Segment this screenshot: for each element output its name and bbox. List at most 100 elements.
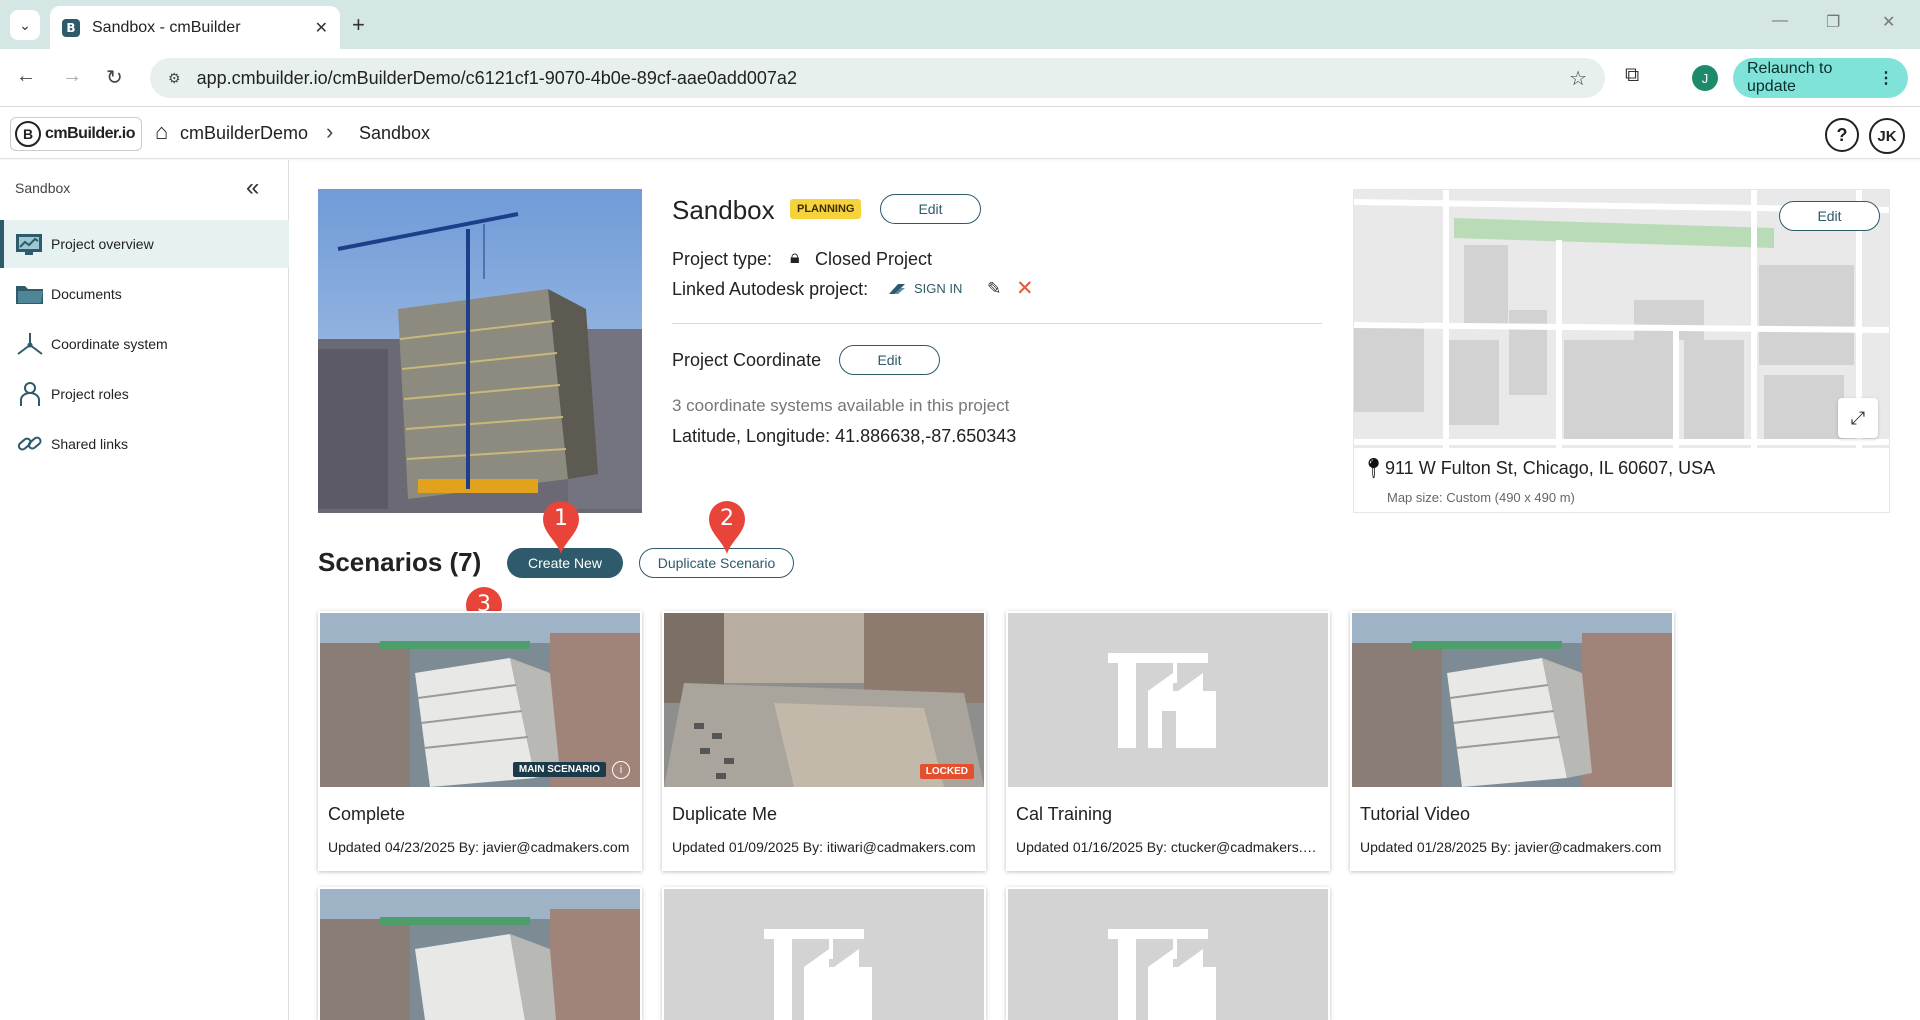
profile-avatar[interactable]: J — [1692, 65, 1718, 91]
close-tab-icon[interactable]: ✕ — [315, 18, 328, 38]
lat-long: Latitude, Longitude: 41.886638,-87.65034… — [672, 426, 1017, 446]
address-bar[interactable]: ⚙ app.cmbuilder.io/cmBuilderDemo/c6121cf… — [150, 58, 1605, 98]
sidebar: Sandbox « Project overview Documents Coo… — [0, 160, 289, 1020]
extensions-puzzle-icon[interactable]: ⧉ — [1625, 64, 1639, 87]
scenario-name: Complete — [328, 804, 406, 824]
scenario-card[interactable] — [1006, 887, 1330, 1020]
person-icon — [15, 381, 45, 407]
sidebar-title: Sandbox — [15, 180, 71, 196]
collapse-sidebar-icon[interactable]: « — [246, 174, 259, 202]
site-info-icon[interactable]: ⚙ — [168, 70, 181, 87]
scenario-name: Duplicate Me — [672, 804, 778, 824]
user-avatar-button[interactable]: JK — [1869, 118, 1905, 154]
linked-autodesk-label: Linked Autodesk project: — [672, 279, 869, 299]
url-text[interactable]: app.cmbuilder.io/cmBuilderDemo/c6121cf1-… — [197, 68, 1570, 89]
back-icon[interactable]: ← — [16, 65, 36, 88]
crane-placeholder-icon — [1008, 613, 1328, 787]
scenario-card-duplicate-me[interactable]: LOCKED Duplicate Me Updated 01/09/2025 B… — [662, 611, 986, 871]
overview-icon — [15, 231, 45, 257]
sidebar-item-label: Project roles — [51, 386, 129, 402]
edit-pencil-icon[interactable]: ✎ — [987, 279, 1001, 299]
bookmark-star-icon[interactable]: ☆ — [1569, 66, 1587, 91]
scenario-card[interactable] — [662, 887, 986, 1020]
scenario-thumbnail — [320, 889, 640, 1020]
scenario-thumbnail-placeholder — [664, 889, 984, 1020]
scenario-name: Tutorial Video — [1360, 804, 1471, 824]
scenario-thumbnail — [1352, 613, 1672, 787]
cmbuilder-logo[interactable]: B cmBuilder.io — [10, 117, 142, 151]
annotation-marker-1: 1 — [541, 499, 581, 555]
sidebar-item-documents[interactable]: Documents — [0, 270, 289, 318]
main-scenario-badge: MAIN SCENARIO — [512, 762, 606, 777]
relaunch-label: Relaunch to update — [1747, 60, 1833, 95]
crane-placeholder-icon — [1008, 889, 1328, 1020]
breadcrumb-project: Sandbox — [359, 123, 431, 143]
map-size: Map size: Custom (490 x 490 m) — [1387, 490, 1575, 505]
scenario-name: Cal Training — [1016, 804, 1113, 824]
scenario-meta: Updated 01/28/2025 By: javier@cadmakers.… — [1360, 839, 1662, 855]
browser-tabstrip: ⌄ B Sandbox - cmBuilder ✕ + — ❐ ✕ — [0, 0, 1920, 49]
sidebar-item-project-roles[interactable]: Project roles — [0, 370, 289, 418]
home-icon[interactable]: ⌂ — [155, 119, 168, 145]
sidebar-item-coordinate-system[interactable]: Coordinate system — [0, 320, 289, 368]
logo-mark-icon: B — [15, 121, 41, 147]
sidebar-item-label: Documents — [51, 286, 122, 302]
unlink-x-icon[interactable]: ✕ — [1016, 276, 1034, 301]
browser-toolbar: ← → ↻ ⚙ app.cmbuilder.io/cmBuilderDemo/c… — [0, 49, 1920, 107]
project-coordinate-label: Project Coordinate — [672, 350, 822, 370]
scenario-card[interactable] — [318, 887, 642, 1020]
close-window-icon[interactable]: ✕ — [1882, 12, 1895, 32]
fullscreen-expand-icon[interactable]: ⤢ — [1838, 398, 1878, 438]
tab-title: Sandbox - cmBuilder — [92, 18, 241, 36]
autodesk-sign-in-link[interactable]: SIGN IN — [888, 281, 962, 296]
sign-in-label: SIGN IN — [914, 281, 963, 296]
new-tab-plus-icon[interactable]: + — [352, 12, 365, 38]
app-header: B cmBuilder.io ⌂ cmBuilderDemo › Sandbox… — [0, 107, 1920, 159]
tab-search-chevron-icon[interactable]: ⌄ — [10, 10, 40, 40]
marker-number: 2 — [720, 506, 734, 531]
project-name: Sandbox — [672, 195, 775, 225]
reload-icon[interactable]: ↻ — [106, 65, 123, 90]
more-menu-icon[interactable]: ⋮ — [1878, 68, 1894, 88]
folder-icon — [15, 281, 45, 307]
scenario-thumbnail: MAIN SCENARIO i — [320, 613, 640, 787]
map-address: 911 W Fulton St, Chicago, IL 60607, USA — [1385, 458, 1716, 478]
sidebar-item-shared-links[interactable]: Shared links — [0, 420, 289, 468]
help-button[interactable]: ? — [1825, 118, 1859, 152]
scenario-meta: Updated 01/09/2025 By: itiwari@cadmakers… — [672, 839, 976, 855]
edit-project-button[interactable]: Edit — [880, 194, 981, 224]
breadcrumb-org[interactable]: cmBuilderDemo — [180, 123, 308, 144]
scenario-card-tutorial-video[interactable]: Tutorial Video Updated 01/28/2025 By: ja… — [1350, 611, 1674, 871]
locked-badge: LOCKED — [919, 764, 974, 779]
sidebar-item-project-overview[interactable]: Project overview — [0, 220, 289, 268]
cmbuilder-favicon-icon: B — [62, 18, 80, 37]
lock-icon: 🔒︎ — [790, 247, 800, 267]
link-icon — [15, 431, 45, 457]
restore-icon[interactable]: ❐ — [1826, 12, 1840, 32]
scenario-meta: Updated 01/16/2025 By: ctucker@cadmakers… — [1016, 839, 1322, 855]
status-badge: PLANNING — [790, 199, 862, 219]
browser-tab[interactable]: B Sandbox - cmBuilder ✕ — [50, 6, 340, 49]
scenario-meta: Updated 04/23/2025 By: javier@cadmakers.… — [328, 839, 630, 855]
scenarios-heading: Scenarios (7) — [318, 547, 482, 577]
annotation-marker-2: 2 — [707, 499, 747, 555]
forward-icon[interactable]: → — [62, 65, 82, 88]
info-icon[interactable]: i — [612, 761, 630, 779]
scenario-thumbnail-placeholder — [1008, 613, 1328, 787]
crane-placeholder-icon — [664, 889, 984, 1020]
sidebar-item-label: Project overview — [51, 236, 154, 252]
axes-icon — [15, 331, 45, 357]
section-divider — [672, 323, 1322, 324]
scenario-thumbnail: LOCKED — [664, 613, 984, 787]
marker-number: 1 — [554, 506, 568, 531]
project-type-label: Project type: — [672, 249, 773, 269]
location-pin-icon: 📍︎ — [1361, 458, 1387, 480]
edit-map-button[interactable]: Edit — [1779, 201, 1880, 231]
relaunch-button[interactable]: Relaunch to update ⋮ — [1733, 58, 1908, 98]
autodesk-logo-icon — [889, 283, 905, 294]
minimize-icon[interactable]: — — [1772, 12, 1788, 30]
sidebar-item-label: Coordinate system — [51, 336, 168, 352]
edit-coordinate-button[interactable]: Edit — [839, 345, 940, 375]
scenario-card-cal-training[interactable]: Cal Training Updated 01/16/2025 By: ctuc… — [1006, 611, 1330, 871]
scenario-card-complete[interactable]: MAIN SCENARIO i Complete Updated 04/23/2… — [318, 611, 642, 871]
